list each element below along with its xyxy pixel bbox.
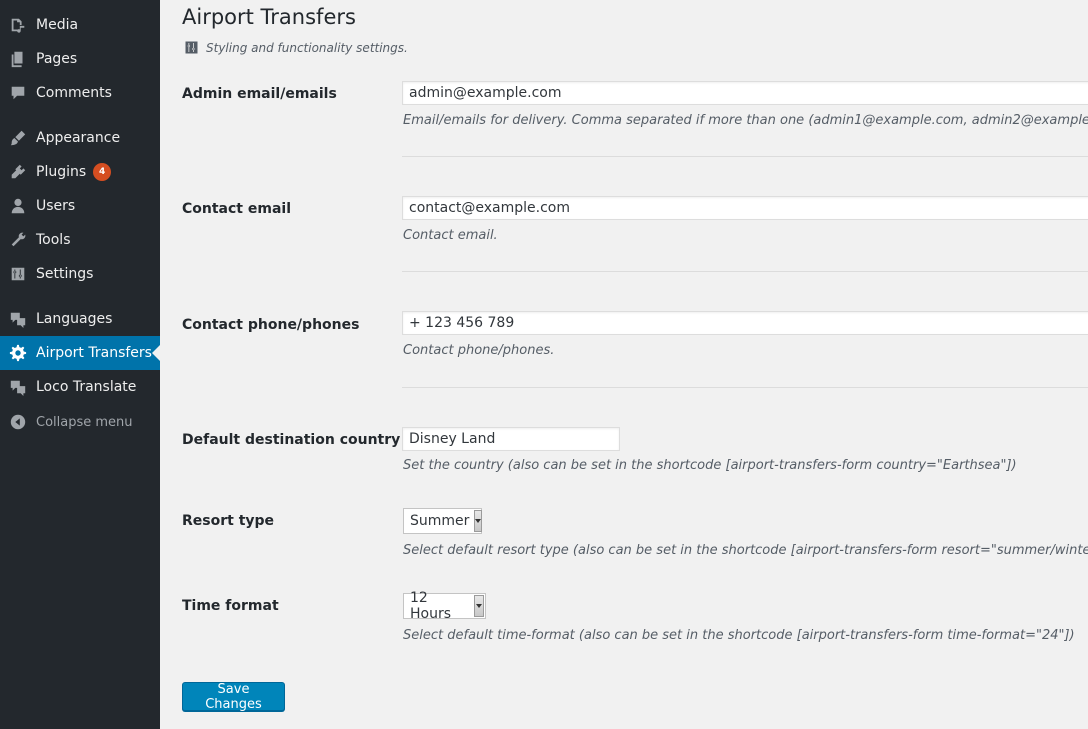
sidebar-item-settings[interactable]: Settings [0, 257, 160, 291]
subtitle-text: Styling and functionality settings. [206, 40, 408, 55]
sidebar-item-languages[interactable]: Languages [0, 302, 160, 336]
media-icon [9, 16, 27, 34]
time-format-label: Time format [182, 598, 279, 614]
chevron-down-icon [474, 595, 484, 617]
contact-phone-description: Contact phone/phones. [403, 343, 555, 358]
sidebar-item-pages[interactable]: Pages [0, 42, 160, 76]
resort-type-label: Resort type [182, 513, 275, 529]
collapse-icon [9, 413, 27, 431]
sidebar-item-label: Airport Transfers [36, 345, 152, 361]
admin-sidebar: Media Pages Comments Appearance Plugins … [0, 0, 160, 729]
save-changes-button[interactable]: Save Changes [182, 682, 285, 712]
page-subtitle: Styling and functionality settings. [184, 40, 408, 55]
destination-country-label: Default destination country [182, 432, 401, 448]
admin-email-label: Admin email/emails [182, 86, 337, 102]
admin-email-description: Email/emails for delivery. Comma separat… [403, 113, 1088, 128]
sidebar-item-appearance[interactable]: Appearance [0, 121, 160, 155]
time-format-value: 12 Hours [410, 590, 452, 622]
sidebar-item-label: Languages [36, 311, 113, 327]
destination-country-description: Set the country (also can be set in the … [403, 458, 1017, 473]
contact-phone-label: Contact phone/phones [182, 317, 360, 333]
resort-type-select[interactable]: Summer [403, 508, 483, 534]
translate-icon [9, 378, 27, 396]
sidebar-item-media[interactable]: Media [0, 8, 160, 42]
sidebar-item-label: Tools [36, 232, 71, 248]
sidebar-item-users[interactable]: Users [0, 189, 160, 223]
sidebar-item-label: Pages [36, 51, 78, 67]
contact-email-input[interactable]: contact@example.com [402, 196, 1088, 220]
contact-email-description: Contact email. [403, 228, 498, 243]
sidebar-item-loco-translate[interactable]: Loco Translate [0, 370, 160, 404]
settings-sliders-icon [184, 40, 206, 55]
sidebar-item-plugins[interactable]: Plugins 4 [0, 155, 160, 189]
sidebar-item-label: Loco Translate [36, 379, 137, 395]
sidebar-item-label: Users [36, 198, 76, 214]
sidebar-item-label: Media [36, 17, 79, 33]
languages-icon [9, 310, 27, 328]
sidebar-item-tools[interactable]: Tools [0, 223, 160, 257]
collapse-menu-button[interactable]: Collapse menu [0, 405, 160, 439]
divider [402, 156, 1088, 157]
sidebar-item-label: Collapse menu [36, 414, 133, 430]
sidebar-item-label: Plugins [36, 164, 87, 180]
admin-email-input[interactable]: admin@example.com [402, 81, 1088, 105]
pages-icon [9, 50, 27, 68]
sidebar-item-label: Appearance [36, 130, 121, 146]
divider [402, 387, 1088, 388]
sidebar-item-label: Comments [36, 85, 112, 101]
plugins-update-badge: 4 [93, 163, 112, 181]
appearance-icon [9, 129, 27, 147]
sidebar-item-label: Settings [36, 266, 94, 282]
plugins-icon [9, 163, 27, 181]
resort-type-description: Select default resort type (also can be … [403, 543, 1088, 558]
destination-country-input[interactable]: Disney Land [402, 427, 620, 451]
page-title: Airport Transfers [182, 5, 356, 29]
contact-phone-input[interactable]: + 123 456 789 [402, 311, 1088, 335]
gear-icon [9, 344, 27, 362]
sidebar-item-comments[interactable]: Comments [0, 76, 160, 110]
chevron-down-icon [474, 510, 483, 532]
sidebar-item-airport-transfers[interactable]: Airport Transfers [0, 336, 160, 370]
resort-type-value: Summer [410, 513, 470, 529]
contact-email-label: Contact email [182, 201, 291, 217]
tools-icon [9, 231, 27, 249]
divider [402, 271, 1088, 272]
comments-icon [9, 84, 27, 102]
users-icon [9, 197, 27, 215]
time-format-select[interactable]: 12 Hours [403, 590, 486, 622]
settings-sliders-icon [9, 265, 27, 283]
time-format-description: Select default time-format (also can be … [403, 628, 1075, 643]
